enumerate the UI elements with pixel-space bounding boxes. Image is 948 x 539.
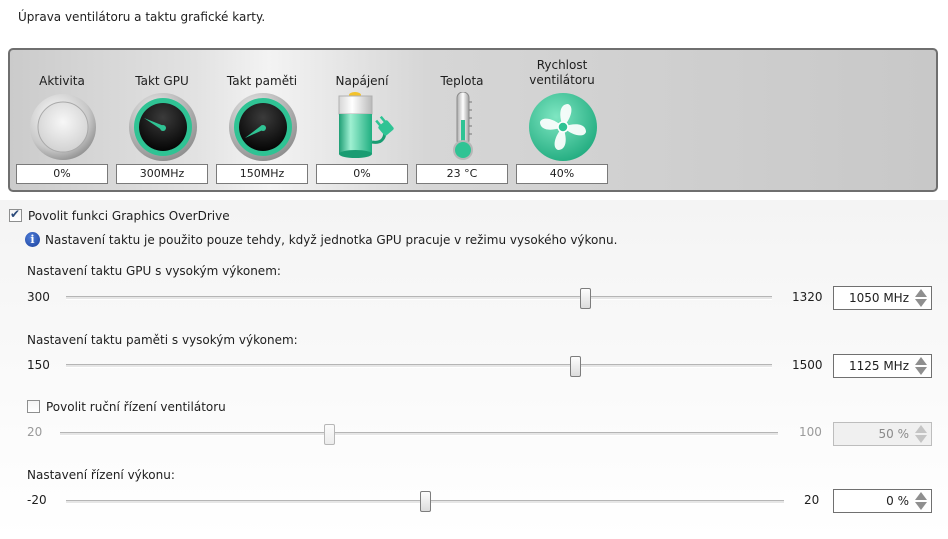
power-spinbox[interactable]: 0 % [833,489,932,513]
fan-speed-value: 40% [516,164,608,184]
gpu-clock-spinbox[interactable]: 1050 MHz [833,286,932,310]
power-slider-thumb[interactable] [419,491,431,512]
spin-down-icon[interactable] [914,501,928,511]
power-slider-label: Nastavení řízení výkonu: [27,468,175,482]
fan-spinbox[interactable]: 50 % [833,422,932,446]
mem-clock-slider-label: Nastavení taktu paměti s vysokým výkonem… [27,333,298,347]
mem-clock-spin-value[interactable]: 1125 MHz [849,355,909,377]
gpu-clock-spin-value[interactable]: 1050 MHz [849,287,909,309]
power-max: 20 [804,493,820,507]
fan-max: 100 [799,425,822,439]
gpu-clock-max: 1320 [792,290,823,304]
power-spin-value[interactable]: 0 % [886,490,909,512]
gpu-clock-min: 300 [27,290,50,304]
mem-clock-label: Takt paměti [226,74,298,88]
gpu-clock-slider-track[interactable] [66,296,772,300]
temperature-value: 23 °C [416,164,508,184]
power-value: 0% [316,164,408,184]
mem-clock-slider-thumb[interactable] [570,356,582,377]
fan-slider-thumb[interactable] [323,424,335,445]
speedometer-icon [129,93,197,161]
spin-up-icon[interactable] [914,424,928,434]
spin-up-icon[interactable] [914,288,928,298]
gpu-clock-gauge: Takt GPU 300MHz [116,50,208,194]
fan-slider-track[interactable] [60,432,778,436]
spin-up-icon[interactable] [914,491,928,501]
overdrive-enable-checkbox[interactable] [9,207,22,222]
fan-control-label[interactable]: Povolit ruční řízení ventilátoru [46,400,226,414]
battery-plug-icon [338,92,394,158]
status-panel: Aktivita 0% Takt GPU 300MHz Takt paměti … [8,48,938,192]
thermometer-icon [453,92,473,160]
page-title: Úprava ventilátoru a taktu grafické kart… [18,10,266,24]
info-text: Nastavení taktu je použito pouze tehdy, … [45,233,618,247]
fan-min: 20 [27,425,43,439]
spin-down-icon[interactable] [914,298,928,308]
spin-up-icon[interactable] [914,356,928,366]
gpu-clock-slider-label: Nastavení taktu GPU s vysokým výkonem: [27,264,281,278]
temperature-label: Teplota [440,74,484,88]
power-gauge: Napájení 0% [316,50,408,194]
gpu-clock-label: Takt GPU [135,74,189,88]
fan-spin-value[interactable]: 50 % [879,423,910,445]
fan-speed-label-line2: ventilátoru [529,73,595,87]
fan-speed-label-line1: Rychlost [536,58,588,72]
spin-down-icon[interactable] [914,366,928,376]
gpu-clock-value: 300MHz [116,164,208,184]
activity-label: Aktivita [39,74,85,88]
mem-clock-slider-track[interactable] [66,364,772,368]
activity-gauge: Aktivita 0% [16,50,108,194]
temperature-gauge: Teplota 23 °C [416,50,508,194]
mem-clock-max: 1500 [792,358,823,372]
activity-dial-icon [30,94,96,160]
gpu-clock-slider-thumb[interactable] [579,288,591,309]
overdrive-settings: Povolit funkci Graphics OverDrive i Nast… [0,200,948,539]
activity-value: 0% [16,164,108,184]
fan-speed-gauge: Rychlost ventilátoru 40% [516,50,608,194]
speedometer-icon [229,93,297,161]
mem-clock-value: 150MHz [216,164,308,184]
mem-clock-min: 150 [27,358,50,372]
fan-icon [529,93,597,161]
power-min: -20 [27,493,47,507]
mem-clock-spinbox[interactable]: 1125 MHz [833,354,932,378]
fan-control-checkbox[interactable] [27,400,40,413]
mem-clock-gauge: Takt paměti 150MHz [216,50,308,194]
power-label: Napájení [335,74,389,88]
info-icon: i [25,232,40,247]
spin-down-icon[interactable] [914,434,928,444]
overdrive-enable-label[interactable]: Povolit funkci Graphics OverDrive [28,209,230,223]
